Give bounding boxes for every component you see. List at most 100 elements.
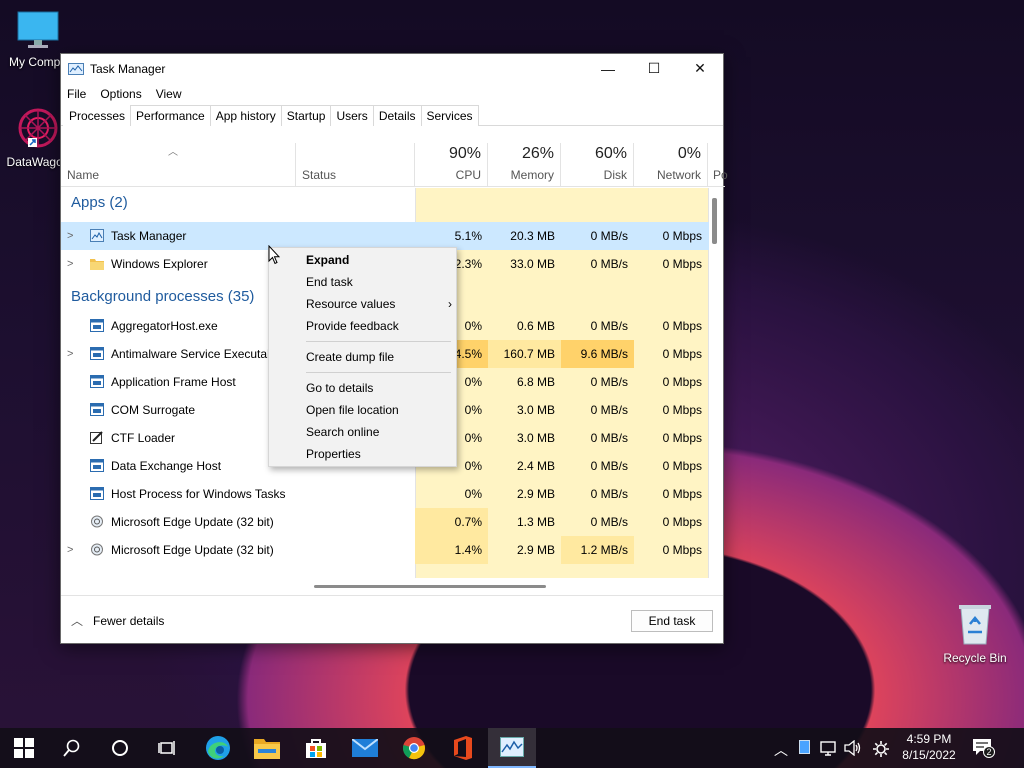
menu-file[interactable]: File [67,87,86,101]
menu-item-go-to-details[interactable]: Go to details [306,377,446,399]
desktop-icon-recycle-bin[interactable]: Recycle Bin [937,602,1013,665]
context-menu: Expand End task Resource values › Provide… [268,247,457,467]
cortana-circle-icon [112,740,128,756]
column-disk[interactable]: 60% Disk [561,143,634,187]
system-clock[interactable]: 4:59 PM 8/15/2022 [896,731,962,763]
taskbar-store[interactable] [292,728,340,768]
end-task-button[interactable]: End task [631,610,713,632]
clock-date: 8/15/2022 [902,748,956,762]
search-button[interactable] [48,728,96,768]
app-window-icon [90,347,104,360]
app-window-icon [90,403,104,416]
group-header-apps[interactable]: Apps (2) [61,188,709,216]
mouse-cursor-icon [268,245,280,265]
tab-startup[interactable]: Startup [280,105,332,126]
tablet-icon[interactable] [799,740,810,754]
cortana-button[interactable] [96,728,144,768]
menu-options[interactable]: Options [100,87,141,101]
window-title: Task Manager [90,61,166,76]
chevron-right-icon[interactable]: > [67,340,73,368]
maximize-button[interactable]: ☐ [631,54,677,83]
menu-bar: File Options View [61,83,723,105]
tab-users[interactable]: Users [330,105,374,126]
task-view-button[interactable] [144,728,192,768]
column-cpu[interactable]: 90% CPU [415,143,488,187]
menu-item-expand[interactable]: Expand [306,249,446,271]
close-button[interactable]: ✕ [677,54,723,83]
chevron-right-icon[interactable]: > [67,536,73,564]
taskbar-edge[interactable] [194,728,242,768]
footer: ︿ Fewer details End task [61,595,723,643]
table-row[interactable]: Microsoft Edge Update (32 bit) 0.7% 1.3 … [61,508,709,536]
task-manager-icon [500,737,524,757]
show-hidden-icons-chevron-icon[interactable]: ︿ [774,740,788,760]
edge-update-icon [91,515,103,528]
menu-item-end-task[interactable]: End task [306,271,446,293]
vertical-scrollbar[interactable] [712,198,717,244]
task-manager-icon [90,229,104,242]
chevron-right-icon[interactable]: > [67,250,73,278]
menu-separator [306,372,451,373]
minimize-button[interactable]: — [585,54,631,83]
folder-icon [90,259,104,270]
app-window-icon [90,459,104,472]
taskbar-task-manager[interactable] [488,728,536,768]
notification-center-button[interactable]: 2 [972,738,995,758]
taskbar-chrome[interactable] [390,728,438,768]
horizontal-scrollbar[interactable] [314,585,546,588]
column-name[interactable]: ︿ Name [61,143,296,187]
start-button[interactable] [0,728,48,768]
column-network[interactable]: 0% Network [634,143,708,187]
network-icon[interactable] [820,740,838,756]
column-power[interactable]: Po [708,143,728,187]
tab-services[interactable]: Services [420,105,479,126]
table-row[interactable]: Host Process for Windows Tasks 0% 2.9 MB… [61,480,709,508]
mail-envelope-icon [352,739,378,757]
chevron-up-icon: ︿ [71,614,84,628]
chrome-browser-icon [403,737,425,760]
table-row[interactable]: > Microsoft Edge Update (32 bit) 1.4% 2.… [61,536,709,564]
folder-icon [254,739,280,759]
menu-separator [306,341,451,342]
search-icon [63,739,80,757]
clock-time: 4:59 PM [906,732,952,746]
tab-performance[interactable]: Performance [130,105,211,126]
sort-up-icon: ︿ [168,147,178,158]
menu-item-properties[interactable]: Properties [306,443,446,465]
taskbar-mail[interactable] [341,728,389,768]
chevron-right-icon[interactable]: > [67,222,73,250]
menu-item-open-file-location[interactable]: Open file location [306,399,446,421]
menu-item-resource-values[interactable]: Resource values › [306,293,452,315]
table-row[interactable]: > Task Manager 5.1% 20.3 MB 0 MB/s 0 Mbp… [61,222,709,250]
taskbar: ︿ 4:59 PM 8/15/2022 2 [0,728,1024,768]
tab-app-history[interactable]: App history [209,105,282,126]
menu-item-create-dump-file[interactable]: Create dump file [306,346,446,368]
taskbar-file-explorer[interactable] [243,728,291,768]
tab-strip: Processes Performance App history Startu… [61,105,723,126]
column-status[interactable]: Status [296,143,415,187]
chevron-right-icon: › [448,297,452,311]
tab-processes[interactable]: Processes [63,105,132,126]
title-bar[interactable]: Task Manager — ☐ ✕ [61,54,723,83]
app-window-icon [90,319,104,332]
pen-notepad-icon [90,431,103,444]
taskbar-office[interactable] [439,728,487,768]
recycle-bin-icon [959,605,991,645]
volume-icon[interactable] [844,740,862,756]
column-memory[interactable]: 26% Memory [488,143,561,187]
menu-view[interactable]: View [156,87,182,101]
fewer-details-button[interactable]: ︿ Fewer details [71,612,164,629]
datawagon-logo-icon [18,108,58,148]
monitor-icon [17,11,59,48]
menu-item-search-online[interactable]: Search online [306,421,446,443]
edge-browser-icon [206,736,230,760]
column-header-row: ︿ Name Status 90% CPU 26% Memory 60% Disk 0… [61,143,728,187]
app-window-icon [90,487,104,500]
menu-item-provide-feedback[interactable]: Provide feedback [306,315,446,337]
notification-count-badge: 2 [983,746,995,758]
settings-gear-icon[interactable] [872,740,890,758]
app-window-icon [90,375,104,388]
task-manager-icon [68,62,84,75]
tab-details[interactable]: Details [372,105,422,126]
desktop-icon-label: Recycle Bin [943,651,1007,665]
